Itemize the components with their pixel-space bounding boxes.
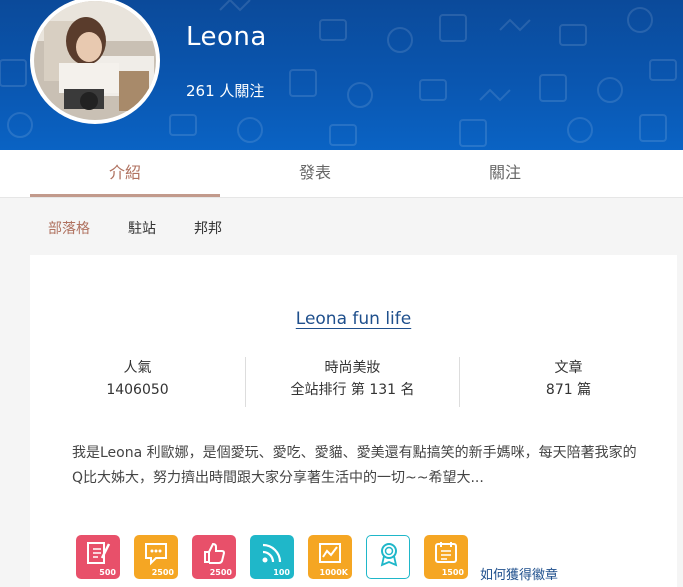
stat-popularity: 人氣 1406050 — [30, 357, 245, 407]
blog-bio: 我是Leona 利歐娜，是個愛玩、愛吃、愛貓、愛美還有點搞笑的新手媽咪，每天陪著… — [72, 445, 637, 486]
thumbs-up-icon — [204, 542, 226, 564]
badge-traffic[interactable]: 1000K — [308, 535, 352, 579]
profile-header: Leona 261 人關注 — [0, 0, 683, 150]
pimple-icon — [435, 542, 457, 563]
subnav-blog[interactable]: 部落格 — [48, 218, 90, 238]
chart-icon — [319, 543, 341, 563]
edit-icon — [87, 542, 111, 564]
badge-count: 100 — [273, 568, 290, 577]
subnav-bangbang[interactable]: 邦邦 — [194, 218, 222, 238]
badge-count: 1000K — [319, 568, 348, 577]
badge-subscribers[interactable]: 100 — [250, 535, 294, 579]
tab-following[interactable]: 關注 — [410, 150, 600, 197]
stat-label: 時尚美妝 — [324, 360, 381, 376]
blog-stats: 人氣 1406050 時尚美妝 全站排行 第 131 名 文章 871 篇 — [30, 357, 677, 407]
avatar-photo — [34, 1, 156, 120]
badge-count: 2500 — [151, 568, 174, 577]
stat-value: 全站排行 第 131 名 — [290, 382, 415, 398]
blog-title: Leona fun life — [30, 309, 677, 329]
tab-posts[interactable]: 發表 — [220, 150, 410, 197]
stat-label: 人氣 — [123, 360, 152, 376]
award-icon — [380, 543, 398, 567]
sub-navigation: 部落格 駐站 邦邦 — [48, 218, 260, 238]
stat-articles: 文章 871 篇 — [460, 357, 677, 407]
blog-card: Leona fun life 人氣 1406050 時尚美妝 全站排行 第 13… — [30, 255, 677, 587]
subnav-resident[interactable]: 駐站 — [128, 218, 156, 238]
badge-posts[interactable]: 500 — [76, 535, 120, 579]
profile-tabs: 介紹 發表 關注 — [0, 150, 683, 198]
stat-label: 文章 — [554, 360, 583, 376]
avatar[interactable] — [30, 0, 160, 124]
badge-pimple[interactable]: 1500 — [424, 535, 468, 579]
blog-title-link[interactable]: Leona fun life — [296, 309, 411, 329]
badge-list: 500 2500 2500 100 1000K 1500 如何獲得徽章 — [76, 535, 558, 583]
how-to-get-badges-link[interactable]: 如何獲得徽章 — [480, 564, 558, 583]
stat-value: 1406050 — [106, 382, 169, 398]
badge-count: 2500 — [209, 568, 232, 577]
badge-award[interactable] — [366, 535, 410, 579]
tab-intro[interactable]: 介紹 — [30, 150, 220, 197]
rss-icon — [262, 543, 282, 563]
badge-comments[interactable]: 2500 — [134, 535, 178, 579]
badge-likes[interactable]: 2500 — [192, 535, 236, 579]
stat-value: 871 篇 — [545, 382, 592, 398]
chat-icon — [145, 543, 167, 566]
user-name: Leona — [186, 22, 267, 52]
follower-count[interactable]: 261 人關注 — [186, 80, 264, 101]
stat-category-rank: 時尚美妝 全站排行 第 131 名 — [246, 357, 459, 407]
badge-count: 500 — [99, 568, 116, 577]
badge-count: 1500 — [441, 568, 464, 577]
